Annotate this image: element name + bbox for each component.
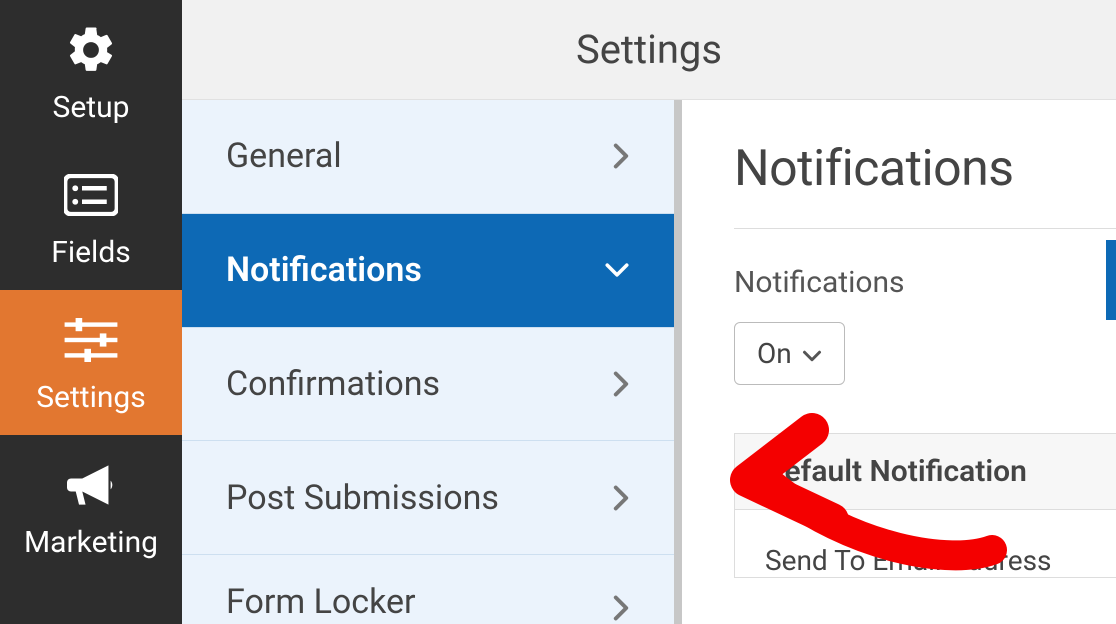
page-title: Settings: [576, 26, 722, 73]
card-title: Default Notification: [735, 434, 1116, 510]
accent-bar: [1106, 240, 1116, 320]
default-notification-card: Default Notification Send To Email Addre…: [734, 433, 1116, 578]
select-value: On: [757, 337, 792, 370]
chevron-down-icon: [604, 261, 630, 279]
sliders-icon: [61, 310, 121, 370]
rail-item-settings[interactable]: Settings: [0, 290, 182, 435]
notifications-toggle-select[interactable]: On: [734, 322, 845, 385]
chevron-right-icon: [612, 142, 630, 170]
content-panel: Notifications Notifications On Default N…: [682, 100, 1116, 624]
rail-item-setup[interactable]: Setup: [0, 0, 182, 145]
divider: [734, 228, 1116, 229]
app-root: Setup Fields Settings Marketing Settings: [0, 0, 1116, 624]
settings-item-notifications[interactable]: Notifications: [182, 214, 674, 328]
panes: General Notifications Confirmations: [182, 100, 1116, 624]
topbar: Settings: [182, 0, 1116, 100]
settings-item-form-locker[interactable]: Form Locker: [182, 555, 674, 624]
settings-item-label: General: [226, 136, 342, 176]
gear-icon: [61, 20, 121, 80]
left-rail: Setup Fields Settings Marketing: [0, 0, 182, 624]
rail-item-fields[interactable]: Fields: [0, 145, 182, 290]
rail-label: Marketing: [24, 525, 158, 560]
chevron-right-icon: [612, 484, 630, 512]
settings-item-confirmations[interactable]: Confirmations: [182, 328, 674, 442]
notifications-toggle-label: Notifications: [734, 265, 1116, 300]
rail-item-marketing[interactable]: Marketing: [0, 435, 182, 580]
chevron-right-icon: [612, 594, 630, 622]
settings-item-general[interactable]: General: [182, 100, 674, 214]
settings-item-label: Confirmations: [226, 364, 440, 404]
main-area: Settings General Notifications: [182, 0, 1116, 624]
settings-item-post-submissions[interactable]: Post Submissions: [182, 441, 674, 555]
rail-label: Settings: [36, 380, 146, 415]
settings-item-label: Post Submissions: [226, 478, 499, 518]
chevron-right-icon: [612, 370, 630, 398]
settings-item-label: Notifications: [226, 250, 422, 290]
send-to-label: Send To Email Address: [735, 510, 1116, 577]
bullhorn-icon: [61, 455, 121, 515]
content-title: Notifications: [734, 140, 1116, 198]
rail-label: Fields: [51, 235, 130, 270]
settings-sidebar: General Notifications Confirmations: [182, 100, 682, 624]
rail-label: Setup: [53, 90, 130, 125]
chevron-down-icon: [802, 337, 822, 370]
list-icon: [61, 165, 121, 225]
settings-item-label: Form Locker: [226, 582, 416, 622]
